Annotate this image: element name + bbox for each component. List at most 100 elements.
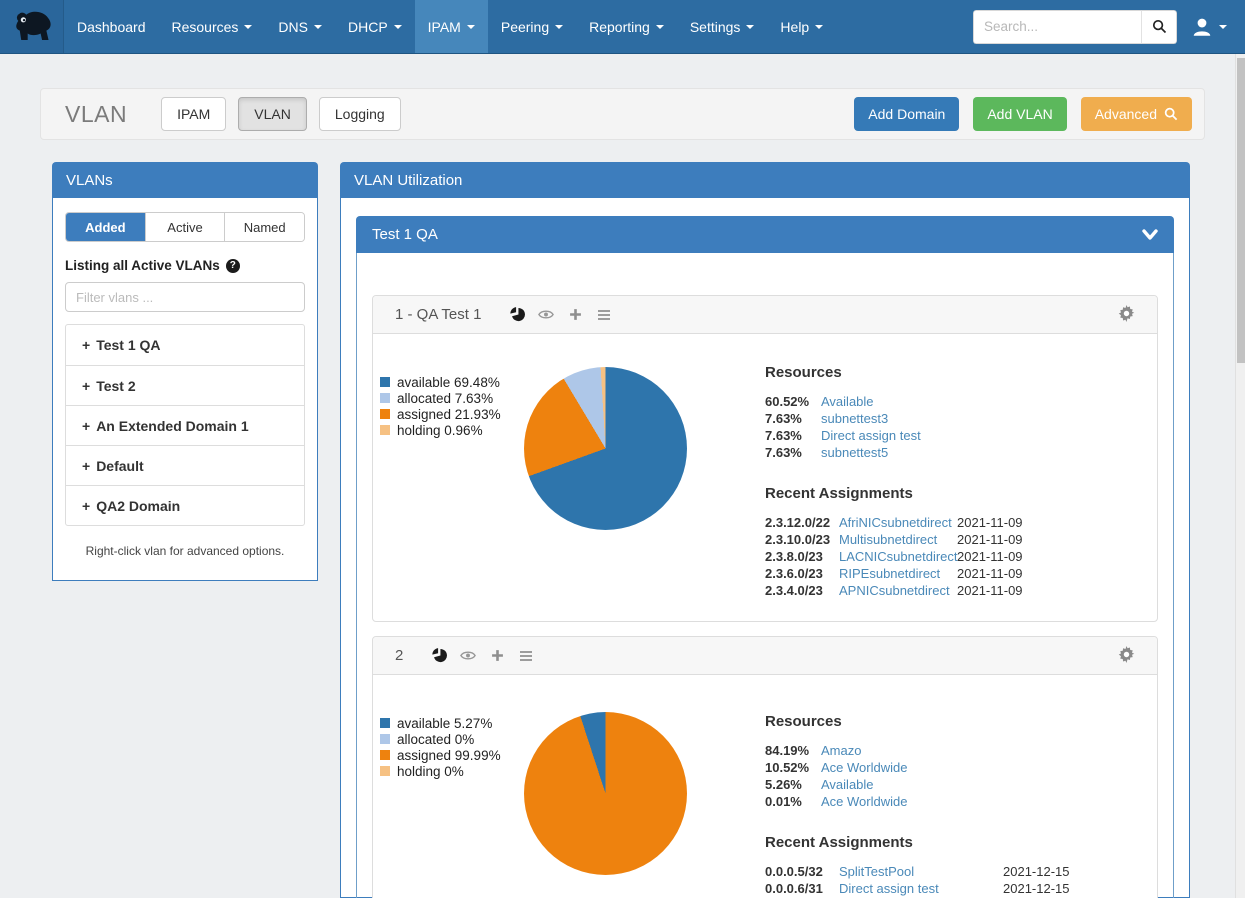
add-domain-button[interactable]: Add Domain [854,97,959,131]
plus-icon[interactable] [567,307,583,323]
button-label: Advanced [1095,106,1157,122]
nav-dhcp[interactable]: DHCP [335,0,415,53]
assignment-link[interactable]: Multisubnetdirect [839,532,957,547]
add-vlan-button[interactable]: Add VLAN [973,97,1066,131]
resource-link[interactable]: subnettest3 [821,411,888,426]
nav-resources[interactable]: Resources [159,0,266,53]
caret-down-icon [815,25,823,29]
vlan-name: An Extended Domain 1 [96,418,248,434]
legend-item: allocated 7.63% [380,390,501,406]
vlan-filter-tabs: Added Active Named [65,212,305,242]
app-logo[interactable] [0,0,64,53]
legend-swatch [380,409,390,419]
vlans-panel-header: VLANs [52,162,318,198]
assignment-link[interactable]: RIPEsubnetdirect [839,566,957,581]
tab-vlan[interactable]: VLAN [238,97,307,131]
vlan-list-item[interactable]: +An Extended Domain 1 [66,405,304,445]
nav-dashboard[interactable]: Dashboard [64,0,159,53]
nav-peering[interactable]: Peering [488,0,576,53]
domain-group-header[interactable]: Test 1 QA [356,216,1174,253]
tab-named[interactable]: Named [224,213,304,241]
resource-pct: 7.63% [765,428,821,443]
eye-icon[interactable] [538,307,554,323]
vlan-list-item[interactable]: +QA2 Domain [66,485,304,525]
nav-ipam[interactable]: IPAM [415,0,488,53]
plus-icon[interactable] [489,648,505,664]
caret-down-icon [746,25,754,29]
pie-chart-icon[interactable] [431,648,447,664]
resources-list: 84.19%Amazo 10.52%Ace Worldwide 5.26%Ava… [765,742,1185,810]
caret-down-icon [555,25,563,29]
assignment-link[interactable]: Direct assign test [839,881,1003,896]
assignment-link[interactable]: APNICsubnetdirect [839,583,957,598]
tab-ipam[interactable]: IPAM [161,97,226,131]
vlan-card-header: 1 - QA Test 1 [373,296,1157,334]
expand-plus-icon: + [82,378,90,394]
legend-item: holding 0% [380,763,501,779]
user-menu[interactable] [1191,16,1227,38]
tab-active[interactable]: Active [145,213,225,241]
nav-label: Help [780,19,809,35]
domain-group-title: Test 1 QA [372,226,438,243]
search-input[interactable] [973,10,1141,44]
assignment-date: 2021-11-09 [957,583,1023,598]
assignment-link[interactable]: LACNICsubnetdirect [839,549,957,564]
resource-pct: 84.19% [765,743,821,758]
expand-plus-icon: + [82,337,90,353]
resource-pct: 5.26% [765,777,821,792]
resource-link[interactable]: Direct assign test [821,428,921,443]
legend-swatch [380,393,390,403]
assignments-list: 0.0.0.5/32SplitTestPool2021-12-15 0.0.0.… [765,863,1185,897]
tab-added[interactable]: Added [66,213,145,241]
resources-column: Resources 60.52%Available 7.63%subnettes… [765,364,1185,599]
resource-link[interactable]: Amazo [821,743,861,758]
filter-vlans-input[interactable] [65,282,305,312]
eye-icon[interactable] [460,648,476,664]
vlan-name: Test 2 [96,378,135,394]
pie-legend: available 5.27% allocated 0% assigned 99… [380,715,501,779]
vlan-name: Test 1 QA [96,337,160,353]
nav-label: IPAM [428,19,461,35]
resource-link[interactable]: Available [821,777,874,792]
resource-pct: 7.63% [765,411,821,426]
advanced-search-button[interactable]: Advanced [1081,97,1192,131]
resource-link[interactable]: Available [821,394,874,409]
resource-link[interactable]: Ace Worldwide [821,794,907,809]
page-scrollbar [1235,54,1245,898]
scrollbar-thumb[interactable] [1237,58,1245,363]
assignments-heading: Recent Assignments [765,485,1185,502]
gear-icon[interactable] [1118,305,1135,325]
help-question-icon[interactable]: ? [226,259,240,273]
caret-down-icon [314,25,322,29]
vlan-list-item[interactable]: + Test 2 [66,365,304,405]
resource-link[interactable]: subnettest5 [821,445,888,460]
legend-swatch [380,734,390,744]
legend-label: allocated 7.63% [397,391,493,406]
resource-link[interactable]: Ace Worldwide [821,760,907,775]
assignment-row: 2.3.12.0/22AfriNICsubnetdirect2021-11-09 [765,514,1185,531]
gear-icon[interactable] [1118,646,1135,666]
utilization-panel-body: Test 1 QA 1 - QA Test 1 [340,198,1190,898]
resource-row: 0.01%Ace Worldwide [765,793,1185,810]
nav-reporting[interactable]: Reporting [576,0,677,53]
assignment-link[interactable]: SplitTestPool [839,864,1003,879]
resource-pct: 0.01% [765,794,821,809]
tab-logging[interactable]: Logging [319,97,401,131]
vlan-card-header: 2 [373,637,1157,675]
card-tools [431,648,534,664]
nav-settings[interactable]: Settings [677,0,768,53]
resource-pct: 10.52% [765,760,821,775]
search-button[interactable] [1141,10,1177,44]
assignment-link[interactable]: AfriNICsubnetdirect [839,515,957,530]
button-label: Add Domain [868,106,945,122]
utilization-panel-header: VLAN Utilization [340,162,1190,198]
pie-chart-icon[interactable] [509,307,525,323]
vlan-list-item[interactable]: + Test 1 QA [66,325,304,365]
nav-dns[interactable]: DNS [265,0,335,53]
vlan-card-title: 2 [395,647,403,664]
list-menu-icon[interactable] [596,307,612,323]
nav-help[interactable]: Help [767,0,836,53]
vlan-list-item[interactable]: +Default [66,445,304,485]
list-menu-icon[interactable] [518,648,534,664]
expand-plus-icon: + [82,498,90,514]
